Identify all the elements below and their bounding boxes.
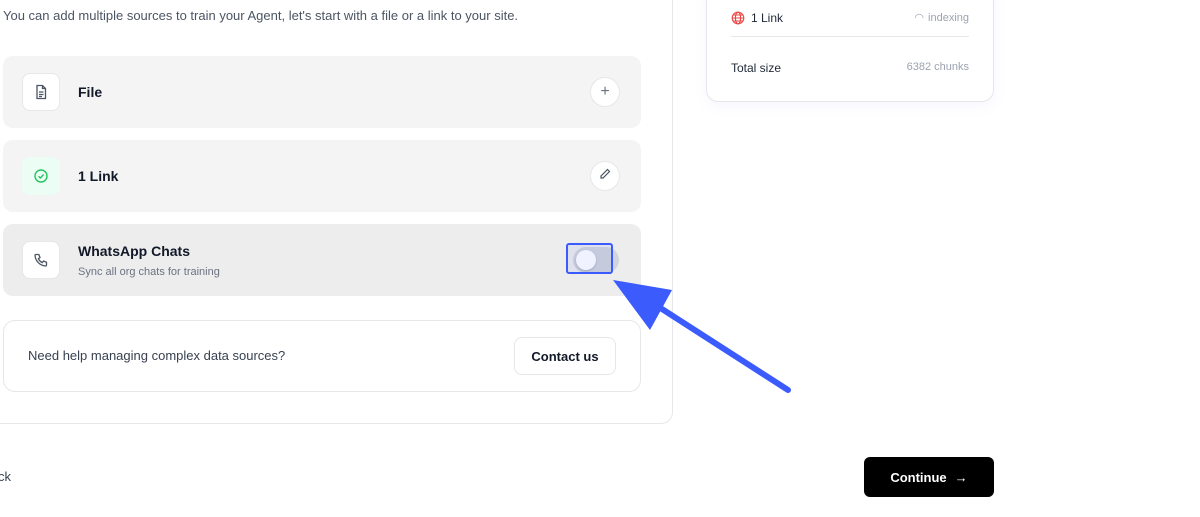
source-title: 1 Link bbox=[78, 168, 119, 184]
pencil-icon bbox=[598, 167, 612, 186]
link-status: ◠ indexing bbox=[914, 11, 969, 24]
arrow-right-icon: → bbox=[954, 469, 968, 485]
total-size-label: Total size bbox=[731, 61, 782, 75]
summary-card: 1 Link ◠ indexing Total size 6382 chunks bbox=[706, 0, 994, 102]
check-circle-icon bbox=[22, 157, 60, 195]
summary-total-row: Total size 6382 chunks bbox=[731, 61, 969, 81]
source-title: File bbox=[78, 84, 103, 100]
phone-icon bbox=[22, 241, 60, 279]
spinner-icon: ◠ bbox=[914, 12, 925, 24]
source-card-whatsapp: WhatsApp Chats Sync all org chats for tr… bbox=[3, 224, 641, 296]
continue-label: Continue bbox=[890, 469, 947, 485]
source-card-file: File + bbox=[3, 56, 641, 128]
summary-link-label: 1 Link bbox=[731, 11, 783, 25]
plus-icon: + bbox=[600, 83, 610, 100]
summary-link-row: 1 Link ◠ indexing bbox=[731, 11, 969, 31]
summary-divider bbox=[731, 36, 969, 37]
source-title: WhatsApp Chats bbox=[78, 243, 190, 259]
back-button[interactable]: ck bbox=[0, 469, 11, 484]
toggle-highlight bbox=[566, 243, 613, 274]
link-status-text: indexing bbox=[928, 12, 969, 24]
contact-us-button[interactable]: Contact us bbox=[514, 337, 616, 375]
globe-icon bbox=[731, 11, 745, 28]
intro-text: You can add multiple sources to train yo… bbox=[3, 8, 519, 23]
help-box: Need help managing complex data sources?… bbox=[3, 320, 641, 392]
total-size-value: 6382 chunks bbox=[906, 61, 969, 73]
continue-button[interactable]: Continue → bbox=[864, 457, 994, 497]
help-text: Need help managing complex data sources? bbox=[28, 348, 286, 363]
add-file-button[interactable]: + bbox=[590, 77, 620, 107]
link-count-text: 1 Link bbox=[751, 11, 784, 25]
document-icon bbox=[22, 73, 60, 111]
source-card-link: 1 Link bbox=[3, 140, 641, 212]
edit-link-button[interactable] bbox=[590, 161, 620, 191]
source-subtitle: Sync all org chats for training bbox=[78, 266, 220, 278]
